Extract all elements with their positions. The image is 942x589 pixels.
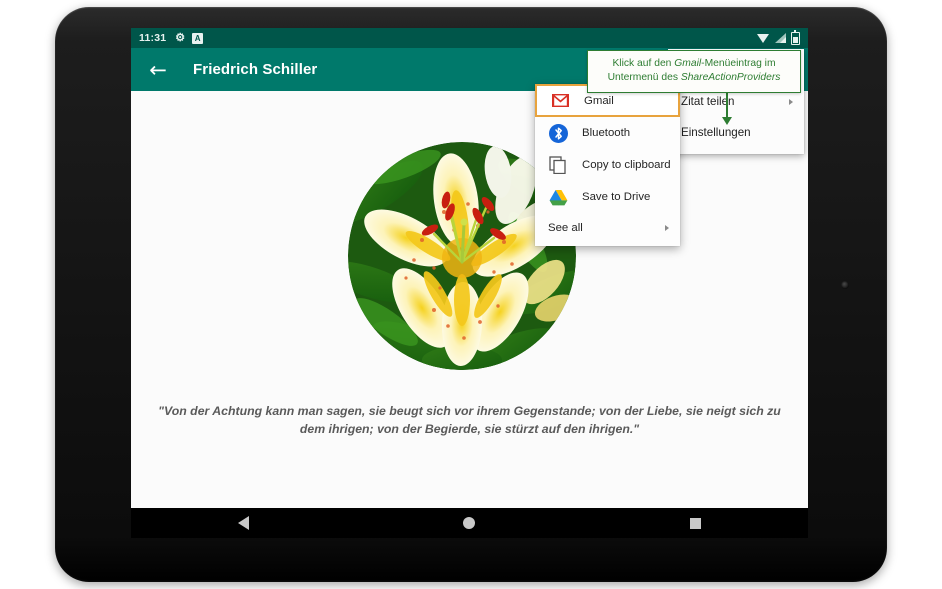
- instruction-callout: Klick auf den Gmail-Menüeintrag im Unter…: [587, 50, 801, 94]
- wifi-icon: [757, 33, 770, 43]
- menu-item-label: Einstellungen: [681, 126, 751, 139]
- content-area: "Von der Achtung kann man sagen, sie beu…: [131, 91, 808, 538]
- status-right-icons: [757, 28, 800, 48]
- status-time: 11:31: [139, 32, 167, 44]
- gear-icon: ⚙: [175, 31, 186, 44]
- home-nav-button[interactable]: [445, 508, 493, 538]
- share-item-see-all[interactable]: See all: [535, 213, 680, 242]
- callout-emphasis-provider: ShareActionProviders: [680, 72, 781, 84]
- bluetooth-icon: [548, 123, 568, 143]
- share-item-label: Copy to clipboard: [582, 159, 671, 171]
- page-title: Friedrich Schiller: [193, 61, 318, 78]
- share-item-label: Gmail: [584, 94, 614, 107]
- callout-text: Klick auf den Gmail-Menüeintrag im Unter…: [594, 57, 794, 85]
- callout-emphasis-gmail: Gmail: [674, 58, 702, 69]
- share-action-provider-submenu: Gmail Bluetooth Copy to clipboard Save t…: [535, 84, 680, 246]
- device-screen: 11:31 ⚙ A ← Friedrich Schiller "Von der …: [131, 28, 808, 538]
- battery-icon: [791, 29, 800, 45]
- menu-item-einstellungen[interactable]: Einstellungen: [668, 117, 804, 148]
- clipboard-copy-icon: [548, 155, 568, 175]
- gmail-icon: [550, 91, 570, 111]
- status-left-icons: ⚙ A: [175, 31, 204, 44]
- a-badge-icon: A: [192, 32, 204, 44]
- callout-part1: Klick auf den: [612, 58, 675, 69]
- back-arrow-icon[interactable]: ←: [145, 57, 171, 83]
- android-navigation-bar: [131, 508, 808, 538]
- status-bar: 11:31 ⚙ A: [131, 28, 808, 48]
- chevron-right-icon: [789, 98, 793, 105]
- share-item-label: Save to Drive: [582, 191, 651, 203]
- share-item-bluetooth[interactable]: Bluetooth: [535, 117, 680, 149]
- chevron-right-icon: [665, 224, 669, 231]
- back-nav-button[interactable]: [220, 508, 268, 538]
- share-item-copy-to-clipboard[interactable]: Copy to clipboard: [535, 149, 680, 181]
- sensor-dot-icon: [841, 281, 849, 289]
- see-all-label: See all: [548, 221, 583, 234]
- home-circle-icon: [463, 517, 476, 529]
- back-triangle-icon: [238, 516, 250, 530]
- share-item-save-to-drive[interactable]: Save to Drive: [535, 181, 680, 213]
- signal-icon: [775, 33, 786, 43]
- recents-nav-button[interactable]: [671, 508, 719, 538]
- quote-text: "Von der Achtung kann man sagen, sie beu…: [158, 404, 781, 436]
- share-item-label: Bluetooth: [582, 127, 631, 139]
- google-drive-icon: [548, 187, 568, 207]
- recents-square-icon: [689, 517, 701, 529]
